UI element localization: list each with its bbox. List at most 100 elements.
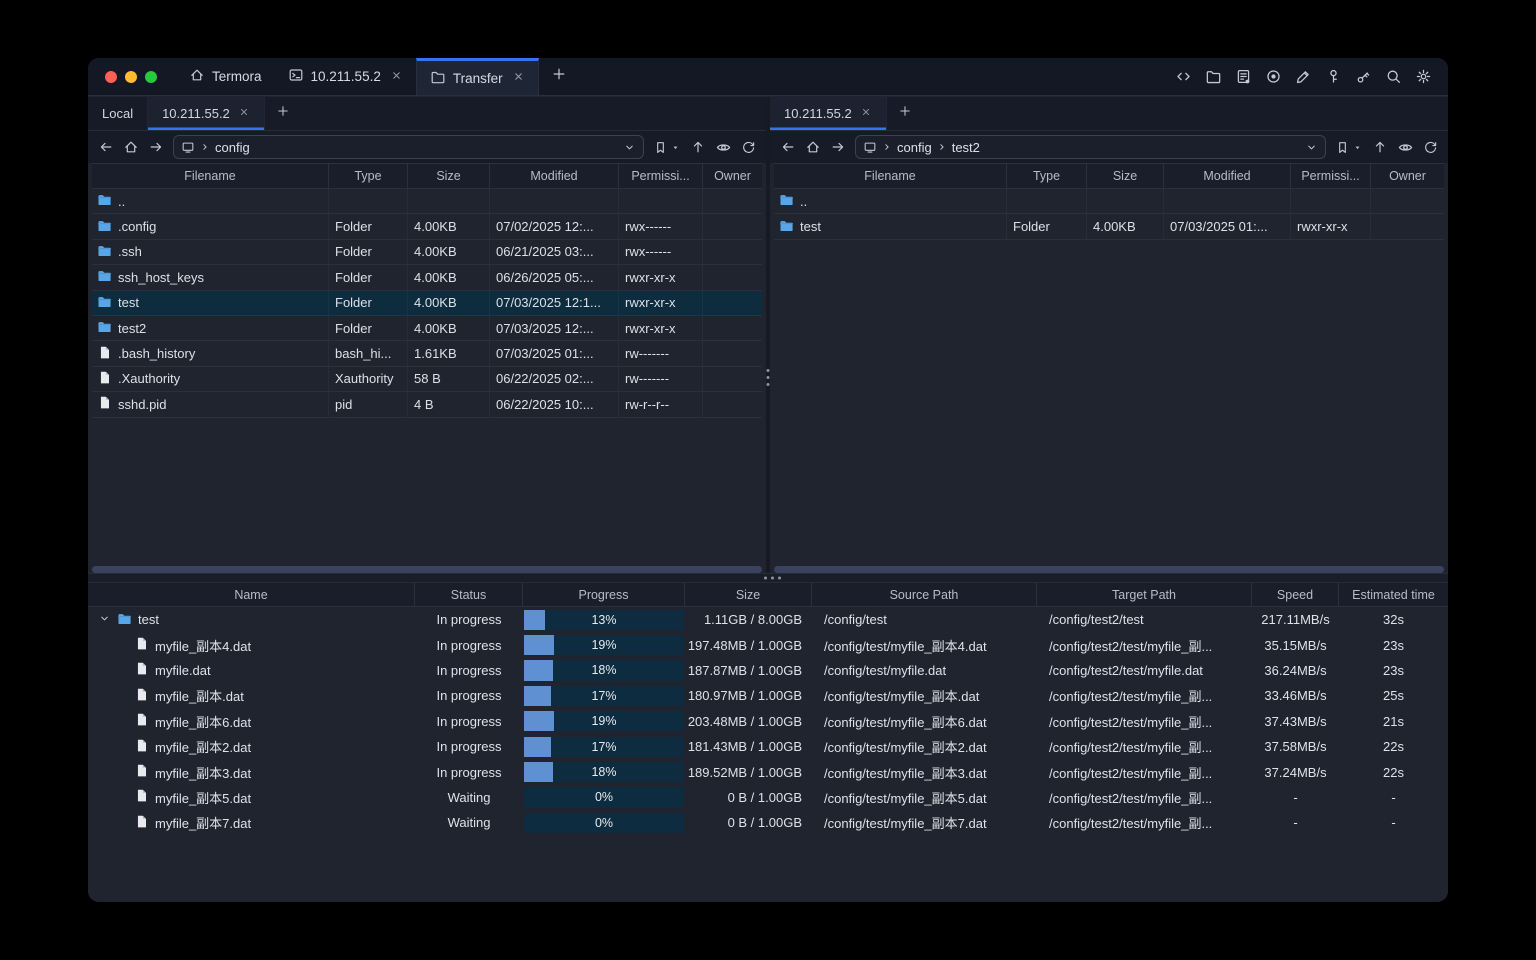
column-header[interactable]: Type (329, 164, 408, 188)
path-segment[interactable]: config (215, 140, 250, 155)
pane-tab-10-211-55-2[interactable]: 10.211.55.2 (770, 97, 887, 130)
bookmark-button[interactable] (1335, 140, 1350, 155)
toolbar-search-button[interactable] (1385, 68, 1402, 85)
file-row[interactable]: .. (774, 189, 1444, 215)
toolbar-log-button[interactable] (1235, 68, 1252, 85)
pane-tab-10-211-55-2[interactable]: 10.211.55.2 (148, 97, 265, 130)
new-tab-button[interactable] (539, 58, 579, 95)
column-header[interactable]: Type (1007, 164, 1087, 188)
column-header[interactable]: Size (408, 164, 490, 188)
column-header[interactable]: Name (88, 583, 415, 606)
back-button[interactable] (780, 139, 796, 155)
column-header[interactable]: Permissi... (1291, 164, 1371, 188)
minimize-window-button[interactable] (125, 71, 137, 83)
column-header[interactable]: Progress (523, 583, 685, 606)
column-header[interactable]: Estimated time (1339, 583, 1448, 606)
file-row[interactable]: ssh_host_keys Folder 4.00KB 06/26/2025 05:.… (92, 265, 762, 291)
toolbar-keychain-button[interactable] (1355, 68, 1372, 85)
close-tab-button[interactable] (390, 69, 403, 85)
toolbar-record-button[interactable] (1265, 68, 1282, 85)
pane-tab-local[interactable]: Local (88, 97, 149, 130)
column-header[interactable]: Owner (703, 164, 762, 188)
file-row[interactable]: .bash_history bash_hi... 1.61KB 07/03/2025 … (92, 341, 762, 367)
toolbar-gear-button[interactable] (1415, 68, 1432, 85)
toolbar-code-button[interactable] (1175, 68, 1192, 85)
column-header[interactable]: Target Path (1037, 583, 1252, 606)
back-button[interactable] (98, 139, 114, 155)
home-button[interactable] (123, 139, 139, 155)
refresh-button[interactable] (1423, 140, 1438, 155)
file-row[interactable]: test Folder 4.00KB 07/03/2025 01:... rwxr-xr… (774, 214, 1444, 240)
scrollbar-thumb[interactable] (92, 565, 762, 573)
file-size: 4.00KB (408, 265, 490, 290)
transfer-row[interactable]: myfile_副本3.dat In progress 18% 189.52MB / 1… (88, 759, 1448, 784)
transfer-row[interactable]: myfile_副本2.dat In progress 17% 181.43MB / 1… (88, 734, 1448, 759)
column-header[interactable]: Modified (490, 164, 619, 188)
close-pane-tab-button[interactable] (860, 106, 872, 121)
path-dropdown-button[interactable] (623, 141, 636, 154)
path-input[interactable]: config (173, 135, 644, 159)
path-input[interactable]: config test2 (855, 135, 1326, 159)
transfer-status: Waiting (447, 789, 491, 805)
column-header[interactable]: Filename (774, 164, 1007, 188)
toolbar-edit-button[interactable] (1295, 68, 1312, 85)
upload-button[interactable] (690, 139, 706, 155)
file-row[interactable]: .. (92, 189, 762, 215)
expand-toggle[interactable] (98, 612, 111, 628)
column-header[interactable]: Permissi... (619, 164, 703, 188)
file-row[interactable]: .config Folder 4.00KB 07/02/2025 12:... rwx-… (92, 214, 762, 240)
path-dropdown-button[interactable] (1305, 141, 1318, 154)
path-segment[interactable]: test2 (952, 140, 980, 155)
transfer-row[interactable]: myfile_副本5.dat Waiting 0% 0 B / 1.00GB/conf… (88, 785, 1448, 810)
close-pane-tab-button[interactable] (238, 106, 250, 121)
transfer-row[interactable]: myfile_副本6.dat In progress 19% 203.48MB / 1… (88, 709, 1448, 734)
refresh-icon (1423, 140, 1438, 155)
main-tab-10-211-55-2[interactable]: 10.211.55.2 (275, 58, 416, 95)
new-pane-tab-button[interactable] (265, 97, 301, 130)
close-tab-button[interactable] (512, 70, 525, 86)
forward-button[interactable] (148, 139, 164, 155)
show-hidden-button[interactable] (715, 139, 732, 156)
path-segment[interactable]: config (897, 140, 932, 155)
column-header[interactable]: Size (685, 583, 812, 606)
close-window-button[interactable] (105, 71, 117, 83)
transfer-row[interactable]: myfile_副本4.dat In progress 19% 197.48MB / 1… (88, 632, 1448, 657)
scrollbar-thumb[interactable] (774, 565, 1444, 573)
bookmark-dropdown-button[interactable] (670, 142, 681, 153)
transfer-row[interactable]: myfile_副本.dat In progress 17% 180.97MB / 1.… (88, 683, 1448, 708)
file-row[interactable]: sshd.pid pid 4 B 06/22/2025 10:... rw-r--r-- (92, 392, 762, 418)
forward-button[interactable] (830, 139, 846, 155)
file-row[interactable]: test2 Folder 4.00KB 07/03/2025 12:... rwxr-x… (92, 315, 762, 342)
zoom-window-button[interactable] (145, 71, 157, 83)
upload-button[interactable] (1372, 139, 1388, 155)
transfer-row[interactable]: myfile_副本7.dat Waiting 0% 0 B / 1.00GB/conf… (88, 810, 1448, 835)
column-header[interactable]: Status (415, 583, 523, 606)
bookmark-dropdown-button[interactable] (1352, 142, 1363, 153)
main-tab-transfer[interactable]: Transfer (415, 58, 539, 95)
horizontal-scrollbar[interactable] (774, 565, 1444, 573)
file-table-header: Filename Type Size Modified Permissi... Owner (92, 163, 762, 189)
new-pane-tab-button[interactable] (887, 97, 923, 130)
toolbar-key-button[interactable] (1325, 68, 1342, 85)
column-header[interactable]: Modified (1164, 164, 1291, 188)
file-row[interactable]: .ssh Folder 4.00KB 06/21/2025 03:... rwx----… (92, 239, 762, 266)
column-header[interactable]: Size (1087, 164, 1164, 188)
transfer-eta: 23s (1383, 662, 1404, 678)
main-tab-termora[interactable]: Termora (176, 58, 275, 95)
file-row[interactable]: .Xauthority Xauthority 58 B 06/22/2025 02:.… (92, 366, 762, 393)
refresh-button[interactable] (741, 140, 756, 155)
column-header[interactable]: Filename (92, 164, 329, 188)
transfer-row[interactable]: test In progress 13% 1.11GB / 8.00GB/config… (88, 607, 1448, 632)
show-hidden-button[interactable] (1397, 139, 1414, 156)
home-button[interactable] (805, 139, 821, 155)
toolbar-folder-o-button[interactable] (1205, 68, 1222, 85)
column-header[interactable]: Source Path (812, 583, 1037, 606)
bookmark-button[interactable] (653, 140, 668, 155)
vertical-splitter[interactable] (766, 97, 770, 573)
column-header[interactable]: Speed (1252, 583, 1339, 606)
horizontal-splitter[interactable] (88, 573, 1448, 583)
transfer-row[interactable]: myfile.dat In progress 18% 187.87MB / 1.00G… (88, 658, 1448, 683)
file-row[interactable]: test Folder 4.00KB 07/03/2025 12:1... rwxr-x… (92, 290, 762, 316)
column-header[interactable]: Owner (1371, 164, 1444, 188)
horizontal-scrollbar[interactable] (92, 565, 762, 573)
